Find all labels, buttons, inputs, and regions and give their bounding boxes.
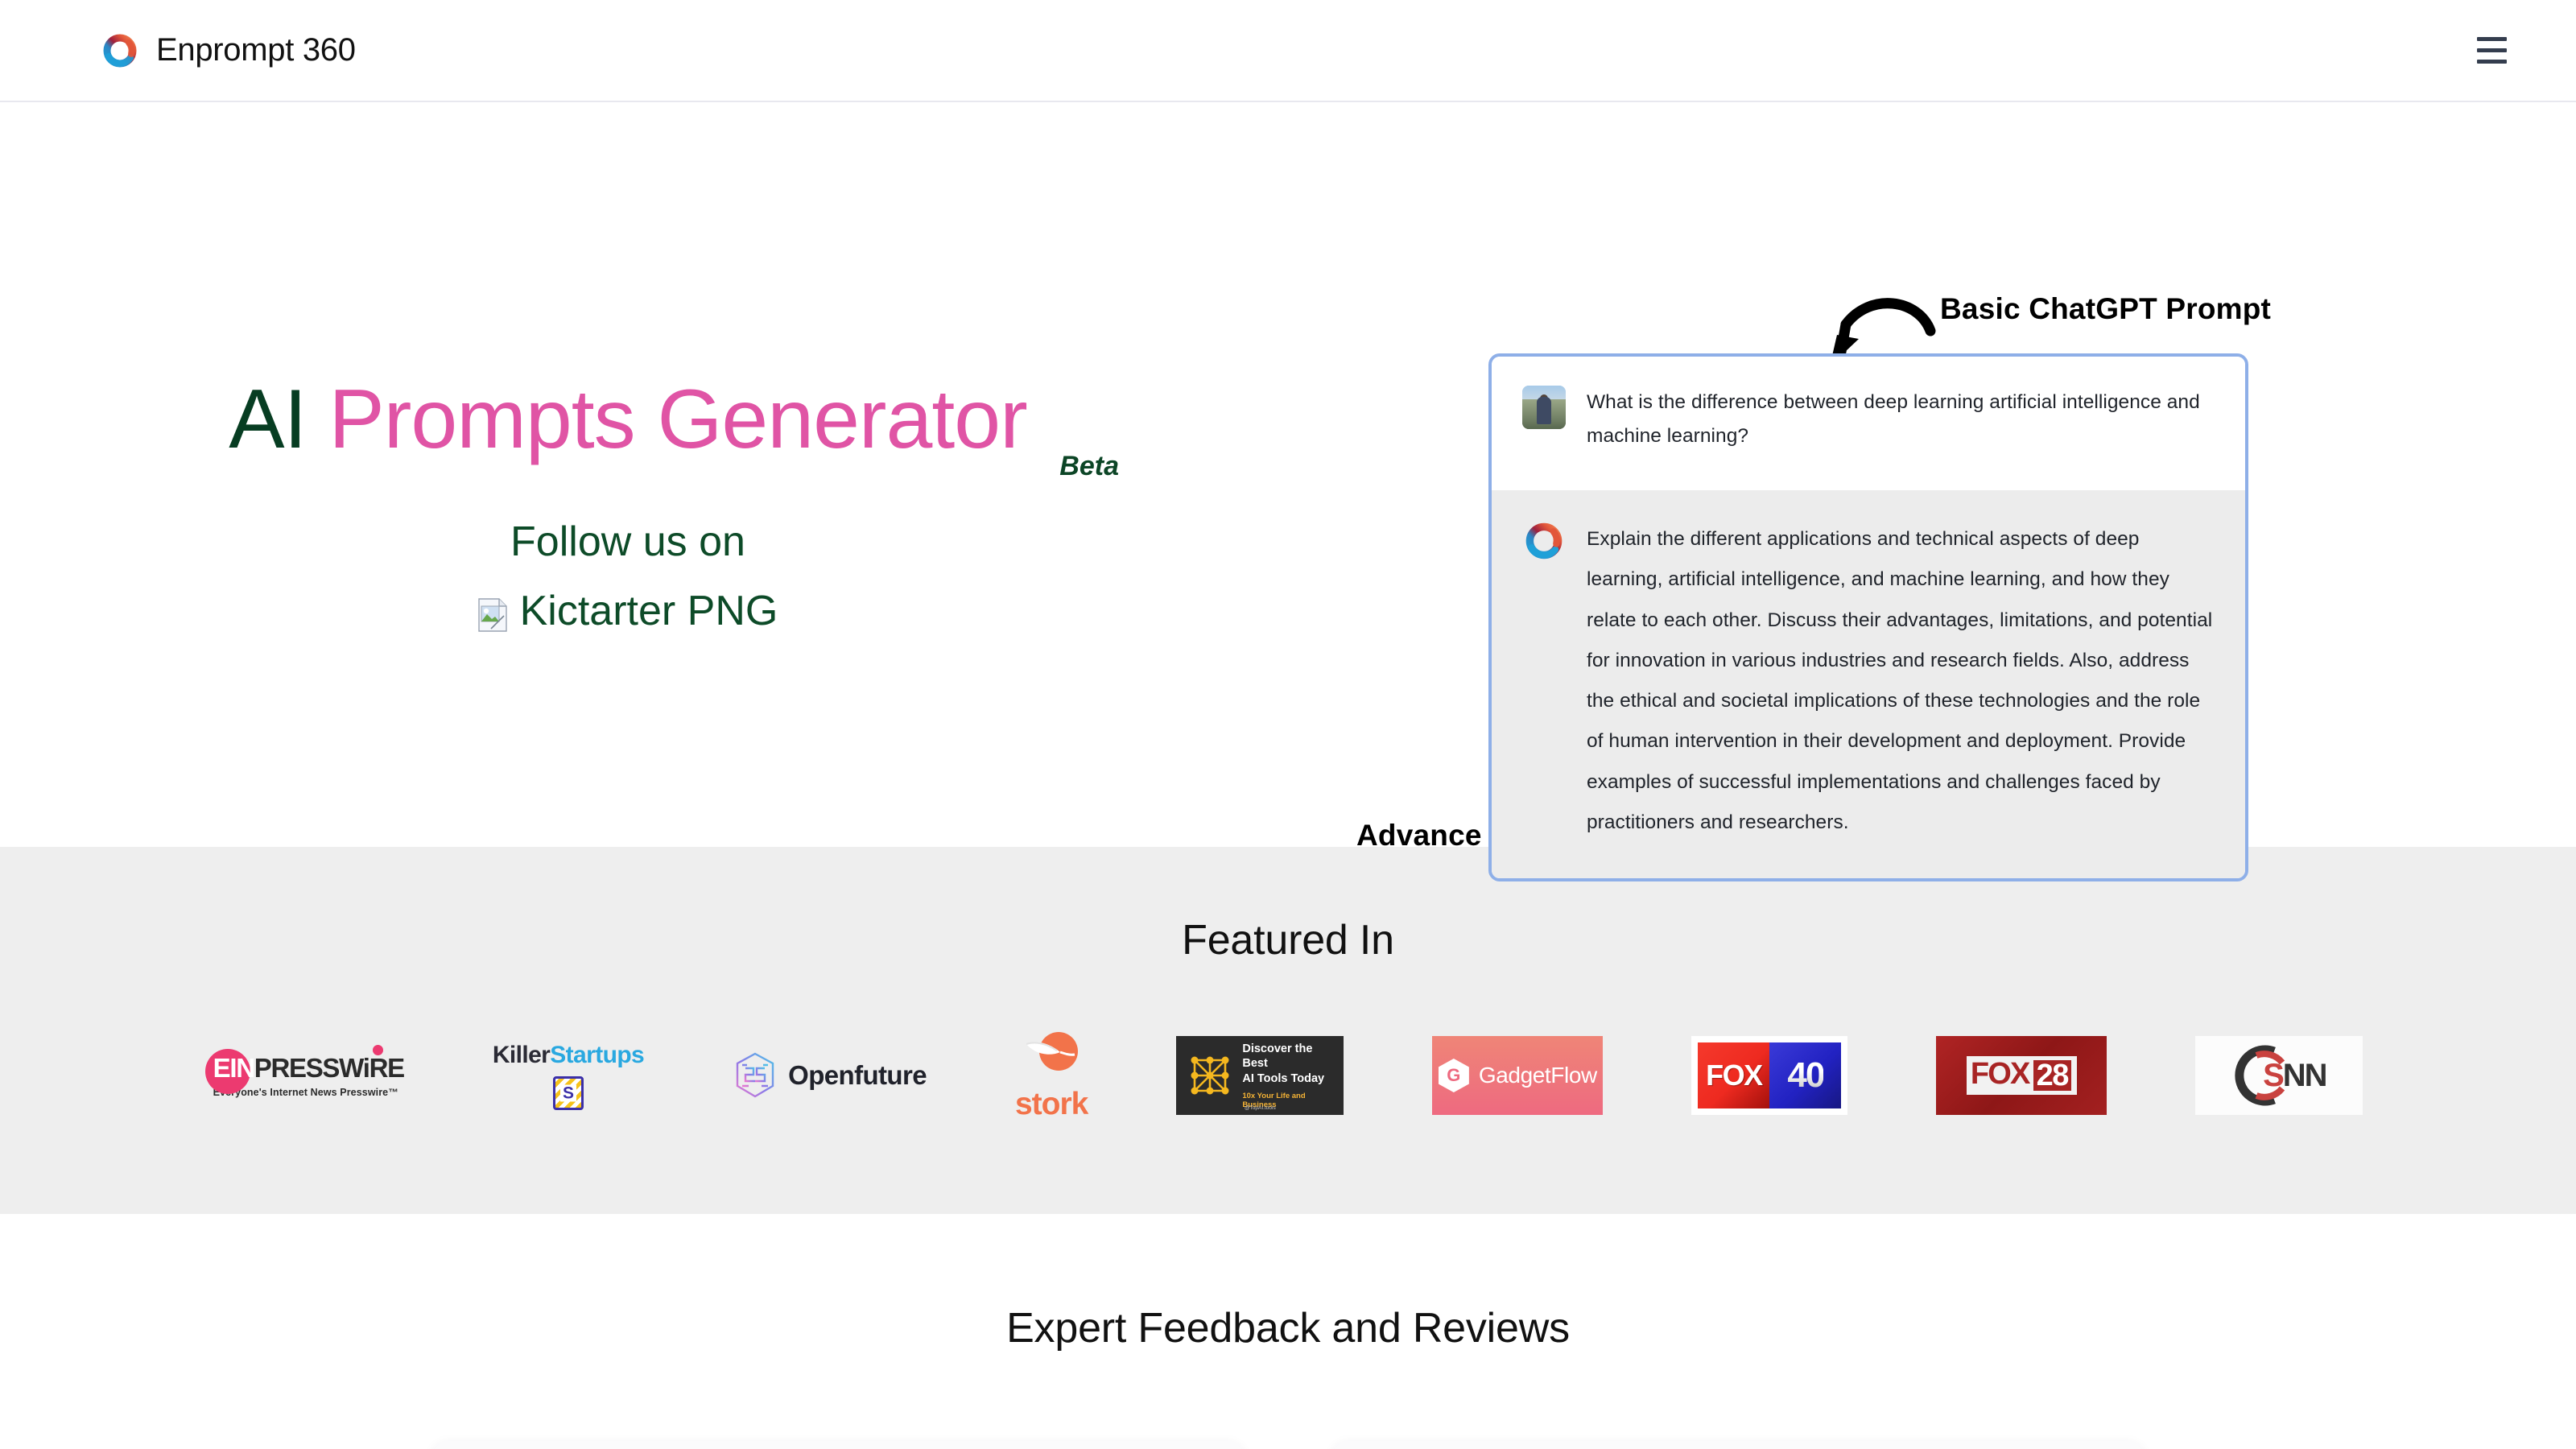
chat-question-text: What is the difference between deep lear… — [1587, 391, 2200, 448]
fox40-number: 40 — [1787, 1055, 1825, 1095]
prompt-example-card: What is the difference between deep lear… — [1488, 353, 2248, 881]
logo-fox-28[interactable]: FOX 28 — [1936, 1022, 2107, 1129]
csnn-letter-s: S — [2263, 1057, 2285, 1093]
menu-bar-3 — [2476, 60, 2507, 64]
featured-logo-list: EINPRESSWiRE Everyone's Internet News Pr… — [0, 1022, 2576, 1129]
topai-handle: @TopAI.tools — [1244, 1105, 1276, 1111]
basic-prompt-annotation: Basic ChatGPT Prompt — [1940, 292, 2272, 325]
ein-wordmark: EINPRESSWiRE — [213, 1053, 405, 1084]
ks-word-startups: Startups — [550, 1041, 645, 1068]
chat-question-row: What is the difference between deep lear… — [1492, 357, 2245, 491]
fox28-word: FOX — [1970, 1057, 2031, 1091]
logo-fox-40[interactable]: FOX 40 — [1691, 1022, 1848, 1129]
chat-answer-row: Explain the different applications and t… — [1492, 490, 2245, 878]
topai-line2: AI Tools Today — [1242, 1071, 1325, 1085]
stork-bird-icon — [1022, 1031, 1081, 1083]
topai-line1: Discover the Best — [1242, 1042, 1313, 1071]
featured-in-title: Featured In — [1182, 917, 1394, 964]
logo-gadgetflow[interactable]: G GadgetFlow — [1432, 1022, 1604, 1129]
ein-word-ein: EIN — [213, 1053, 255, 1083]
killerstartups-wordmark: KillerStartups — [492, 1041, 645, 1069]
csnn-wordmark: SNN — [2263, 1057, 2328, 1094]
openfuture-hex-icon — [733, 1051, 778, 1100]
user-photo-avatar — [1522, 386, 1566, 429]
menu-bar-1 — [2476, 37, 2507, 41]
review-card-row — [0, 1441, 2576, 1449]
title-ai: AI — [229, 373, 307, 466]
reviews-section: Expert Feedback and Reviews — [0, 1214, 2576, 1449]
logo-killerstartups[interactable]: KillerStartups — [492, 1022, 645, 1129]
fox40-word: FOX — [1706, 1059, 1763, 1092]
social-alt-text: Kictarter PNG — [519, 588, 778, 635]
hero-section: AI Prompts Generator Beta Follow us on K… — [0, 102, 2576, 881]
review-card[interactable] — [1331, 1441, 2145, 1449]
gadgetflow-wordmark: GadgetFlow — [1478, 1063, 1597, 1088]
logo-topai-tools[interactable]: Discover the Best AI Tools Today 10x You… — [1176, 1022, 1344, 1129]
enprompt-ring-avatar-icon — [1522, 519, 1566, 563]
hero-copy: AI Prompts Generator Beta Follow us on K… — [0, 373, 1256, 635]
featured-in-section: Featured In EINPRESSWiRE Everyone's Inte… — [0, 847, 2576, 1214]
logo-openfuture[interactable]: Openfuture — [733, 1022, 927, 1129]
social-link[interactable]: Kictarter PNG — [0, 587, 1256, 635]
brand-logo-link[interactable]: Enprompt 360 — [101, 32, 356, 69]
killerstartups-badge-icon — [552, 1075, 584, 1110]
ks-word-killer: Killer — [492, 1041, 551, 1068]
review-card[interactable] — [431, 1441, 1245, 1449]
ein-word-presswire: PRESSWiRE — [254, 1053, 405, 1083]
logo-csnn[interactable]: SNN — [2195, 1022, 2363, 1129]
reviews-title: Expert Feedback and Reviews — [1006, 1305, 1570, 1352]
gadgetflow-hex-icon: G — [1438, 1059, 1469, 1092]
ring-gradient-logo-icon — [101, 32, 138, 69]
site-header: Enprompt 360 — [0, 0, 2576, 102]
follow-us-label: Follow us on — [510, 518, 745, 566]
brand-title: Enprompt 360 — [156, 32, 356, 68]
logo-stork[interactable]: stork — [1015, 1022, 1088, 1129]
broken-image-icon — [477, 594, 507, 632]
hamburger-menu-icon[interactable] — [2467, 26, 2516, 76]
title-prompts-generator: Prompts Generator — [328, 373, 1027, 466]
stork-wordmark: stork — [1014, 1086, 1088, 1121]
chat-answer-text: Explain the different applications and t… — [1587, 528, 2213, 833]
menu-bar-2 — [2476, 48, 2507, 52]
topai-network-icon — [1185, 1051, 1235, 1100]
fox28-number: 28 — [2031, 1059, 2073, 1092]
csnn-letters-nn: NN — [2282, 1057, 2328, 1093]
logo-ein-presswire[interactable]: EINPRESSWiRE Everyone's Internet News Pr… — [204, 1022, 405, 1129]
openfuture-wordmark: Openfuture — [788, 1060, 927, 1090]
